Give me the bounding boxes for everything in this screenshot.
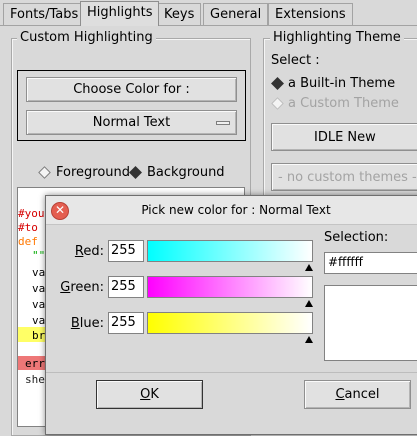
element-dropdown[interactable]: Normal Text — [26, 110, 237, 135]
highlighting-theme-label: Highlighting Theme — [270, 30, 404, 45]
green-slider-track[interactable] — [147, 276, 313, 298]
code-shell: she — [25, 373, 45, 386]
code-var-1: va — [32, 266, 46, 279]
selection-label: Selection: — [324, 230, 389, 245]
builtin-theme-label: a Built-in Theme — [288, 76, 396, 91]
tab-general[interactable]: General — [203, 3, 269, 25]
cancel-button[interactable]: Cancel — [304, 380, 411, 409]
ok-button[interactable]: OK — [96, 380, 203, 409]
blue-value-input[interactable]: 255 — [108, 312, 144, 334]
blue-slider-marker[interactable] — [305, 336, 313, 343]
blue-label: Blue: — [70, 316, 104, 331]
selected-color-swatch — [324, 285, 417, 361]
code-breakpoint: br — [32, 329, 46, 342]
choose-color-button[interactable]: Choose Color for : — [26, 77, 237, 102]
red-slider-track[interactable] — [147, 240, 313, 262]
code-comment-2: #to — [18, 221, 38, 234]
builtin-theme-dropdown[interactable]: IDLE New — [271, 123, 417, 151]
background-label: Background — [147, 165, 225, 180]
tab-extensions[interactable]: Extensions — [268, 3, 353, 25]
tab-fonts-tabs[interactable]: Fonts/Tabs — [3, 3, 86, 25]
custom-theme-dropdown[interactable]: - no custom themes - — [271, 163, 417, 191]
red-slider-marker[interactable] — [305, 264, 313, 271]
dialog-title: Pick new color for : Normal Text — [141, 203, 331, 217]
green-value-input[interactable]: 255 — [108, 276, 144, 298]
code-var-2: va — [32, 282, 46, 295]
code-string: "" — [32, 249, 46, 262]
custom-highlighting-label: Custom Highlighting — [17, 30, 156, 45]
custom-theme-label: a Custom Theme — [288, 96, 399, 111]
red-value-input[interactable]: 255 — [108, 240, 144, 262]
dialog-button-separator — [46, 372, 417, 373]
blue-slider-track[interactable] — [147, 312, 313, 334]
code-keyword-def: def — [18, 235, 38, 248]
code-error: err — [25, 357, 45, 370]
foreground-label: Foreground — [56, 165, 131, 180]
code-var-3: va — [32, 298, 46, 311]
tab-bar-baseline — [0, 25, 417, 26]
red-label: Red: — [74, 244, 104, 259]
selection-hex-input[interactable]: #ffffff — [324, 252, 417, 274]
element-dropdown-value: Normal Text — [92, 115, 171, 130]
dialog-titlebar: ✕ Pick new color for : Normal Text — [46, 196, 417, 225]
tab-keys[interactable]: Keys — [157, 3, 202, 25]
menubutton-indicator-icon — [216, 121, 230, 125]
green-label: Green: — [60, 280, 104, 295]
color-picker-dialog: ✕ Pick new color for : Normal Text Red: … — [45, 195, 417, 435]
code-var-4: va — [32, 314, 46, 327]
green-slider-marker[interactable] — [305, 300, 313, 307]
tab-highlights[interactable]: Highlights — [80, 1, 160, 26]
theme-select-label: Select : — [271, 53, 320, 68]
code-comment-1: #you — [18, 207, 45, 220]
